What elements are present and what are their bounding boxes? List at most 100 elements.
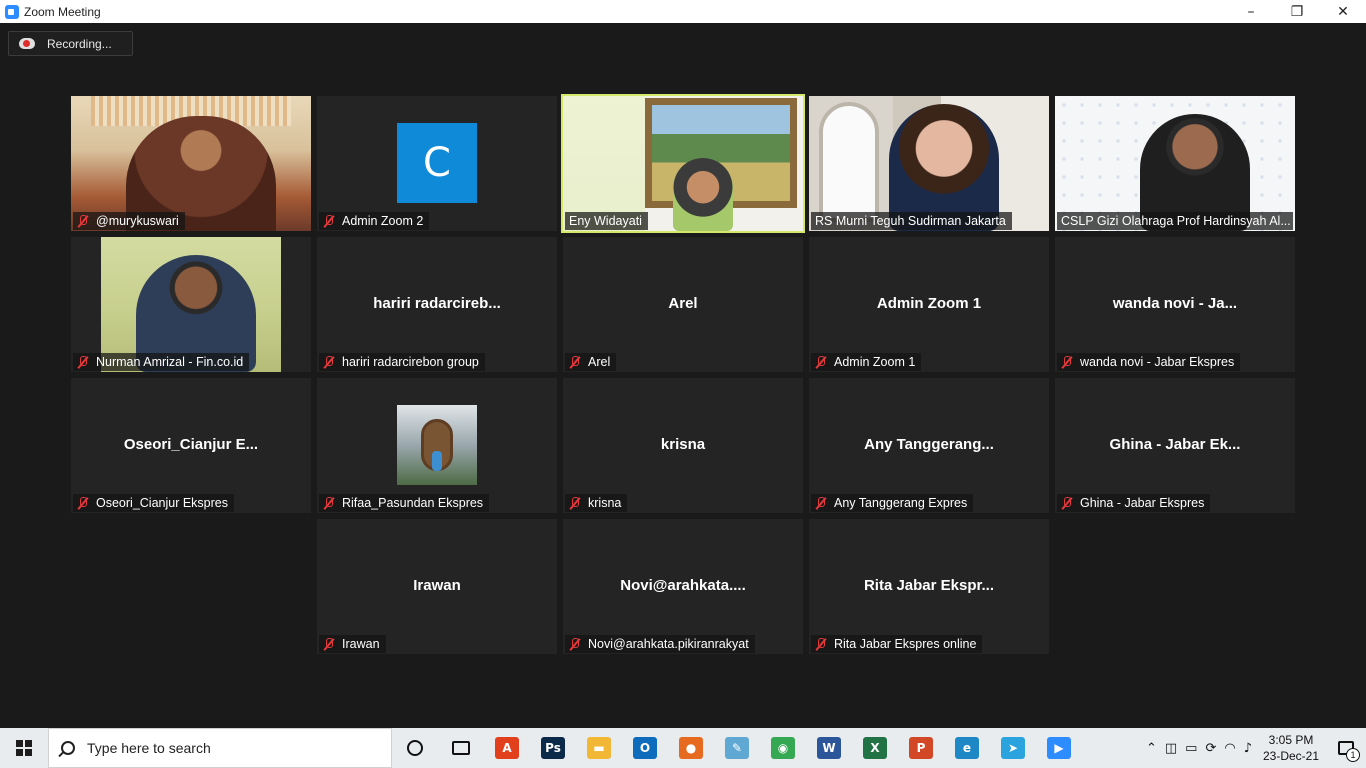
chevron-up-icon[interactable]: ⌃	[1146, 741, 1157, 756]
participant-name: hariri radarcirebon group	[342, 355, 479, 369]
taskbar-app-button[interactable]: ✎	[714, 728, 760, 768]
participant-name: Novi@arahkata.pikiranrakyat	[588, 637, 749, 651]
participant-display-name: wanda novi - Ja...	[1112, 295, 1238, 312]
taskbar-app-button[interactable]: ➤	[990, 728, 1036, 768]
participant-display-name: krisna	[660, 436, 706, 453]
participant-tile[interactable]: Rita Jabar Ekspr... Rita Jabar Ekspres o…	[809, 519, 1049, 654]
pdf-icon: A	[495, 737, 519, 759]
participant-name: Any Tanggerang Expres	[834, 496, 968, 510]
minimize-button[interactable]: –	[1228, 0, 1274, 23]
participant-namebar: Arel	[565, 353, 617, 371]
participant-name: Irawan	[342, 637, 380, 651]
taskbar-app-button[interactable]: P	[898, 728, 944, 768]
close-button[interactable]: ✕	[1320, 0, 1366, 23]
update-icon[interactable]: ⟳	[1205, 741, 1216, 756]
microphone-muted-icon	[323, 496, 335, 510]
participant-tile[interactable]: @murykuswari	[71, 96, 311, 231]
participant-name: Rita Jabar Ekspres online	[834, 637, 977, 651]
participant-tile[interactable]: RS Murni Teguh Sudirman Jakarta	[809, 96, 1049, 231]
participant-video	[101, 237, 281, 372]
windows-taskbar: Type here to search A Ps ▬ O ● ✎ ◉ W X Pe ➤ ▶ ⌃ ◫ ▭…	[0, 728, 1366, 768]
file-explorer-icon: ▬	[587, 737, 611, 759]
zoom-icon: ▶	[1047, 737, 1071, 759]
cortana-button[interactable]	[392, 728, 438, 768]
clock-time: 3:05 PM	[1268, 733, 1314, 747]
participant-name: Admin Zoom 2	[342, 214, 424, 228]
participant-tile[interactable]: CSLP Gizi Olahraga Prof Hardinsyah Al...	[1055, 96, 1295, 231]
zoom-app-icon	[5, 4, 19, 19]
participant-namebar: Eny Widayati	[565, 212, 648, 230]
microphone-muted-icon	[1061, 496, 1073, 510]
participant-tile[interactable]: hariri radarcireb... hariri radarcirebon…	[317, 237, 557, 372]
participant-tile[interactable]: krisna krisna	[563, 378, 803, 513]
participant-tile[interactable]: Rifaa_Pasundan Ekspres	[317, 378, 557, 513]
microphone-muted-icon	[323, 355, 335, 369]
participant-namebar: Admin Zoom 2	[319, 212, 430, 230]
participant-tile[interactable]: Oseori_Cianjur E... Oseori_Cianjur Ekspr…	[71, 378, 311, 513]
system-tray: ⌃ ◫ ▭ ⟳ ◠ ♪ 3:05 PM 23-Dec-21 1	[1142, 728, 1366, 768]
taskbar-app-button[interactable]: Ps	[530, 728, 576, 768]
microphone-muted-icon	[569, 637, 581, 651]
wifi-icon[interactable]: ◠	[1224, 741, 1235, 756]
taskbar-app-button[interactable]: ▶	[1036, 728, 1082, 768]
restore-button[interactable]: ❐	[1274, 0, 1320, 23]
participant-namebar: wanda novi - Jabar Ekspres	[1057, 353, 1241, 371]
microphone-muted-icon	[77, 355, 89, 369]
participant-display-name: Rita Jabar Ekspr...	[863, 577, 995, 594]
volume-icon[interactable]: ♪	[1244, 741, 1252, 756]
cloud-record-icon	[19, 38, 35, 49]
powerpoint-icon: P	[909, 737, 933, 759]
photoshop-icon: Ps	[541, 737, 565, 759]
microphone-muted-icon	[323, 637, 335, 651]
meeting-gallery: Recording... @murykuswari C Admin Zoom 2…	[0, 23, 1366, 728]
participant-name: Eny Widayati	[569, 214, 642, 228]
notepad-icon: ✎	[725, 737, 749, 759]
firefox-icon: ●	[679, 737, 703, 759]
taskbar-search-box[interactable]: Type here to search	[48, 728, 392, 768]
taskbar-app-button[interactable]: A	[484, 728, 530, 768]
meet-now-icon[interactable]: ◫	[1165, 741, 1177, 756]
participant-namebar: krisna	[565, 494, 628, 512]
participant-namebar: Novi@arahkata.pikiranrakyat	[565, 635, 755, 653]
participant-name: Admin Zoom 1	[834, 355, 916, 369]
taskbar-clock[interactable]: 3:05 PM 23-Dec-21	[1256, 732, 1326, 764]
participant-tile[interactable]: Any Tanggerang... Any Tanggerang Expres	[809, 378, 1049, 513]
participant-namebar: hariri radarcirebon group	[319, 353, 485, 371]
microphone-muted-icon	[323, 214, 335, 228]
recording-label: Recording...	[47, 36, 112, 51]
taskbar-app-button[interactable]: e	[944, 728, 990, 768]
participant-name: CSLP Gizi Olahraga Prof Hardinsyah Al...	[1061, 214, 1291, 228]
notification-center-button[interactable]: 1	[1326, 728, 1366, 768]
participant-display-name: hariri radarcireb...	[373, 295, 501, 312]
participant-tile[interactable]: wanda novi - Ja... wanda novi - Jabar Ek…	[1055, 237, 1295, 372]
participant-tile[interactable]: Ghina - Jabar Ek... Ghina - Jabar Ekspre…	[1055, 378, 1295, 513]
participant-namebar: Any Tanggerang Expres	[811, 494, 974, 512]
participant-tile[interactable]: Nurman Amrizal - Fin.co.id	[71, 237, 311, 372]
edge-icon: e	[955, 737, 979, 759]
task-view-button[interactable]	[438, 728, 484, 768]
participant-display-name: Ghina - Jabar Ek...	[1109, 436, 1241, 453]
taskbar-app-button[interactable]: ◉	[760, 728, 806, 768]
participant-name: Oseori_Cianjur Ekspres	[96, 496, 228, 510]
participant-tile[interactable]: Arel Arel	[563, 237, 803, 372]
taskbar-app-button[interactable]: W	[806, 728, 852, 768]
taskbar-app-button[interactable]: X	[852, 728, 898, 768]
recording-indicator[interactable]: Recording...	[8, 31, 133, 56]
participant-tile[interactable]: Irawan Irawan	[317, 519, 557, 654]
participant-namebar: Irawan	[319, 635, 386, 653]
participant-video	[563, 96, 803, 231]
participant-tile[interactable]: C Admin Zoom 2	[317, 96, 557, 231]
telegram-icon: ➤	[1001, 737, 1025, 759]
taskbar-app-button[interactable]: ●	[668, 728, 714, 768]
notification-count-badge: 1	[1346, 748, 1360, 762]
participant-display-name: Any Tanggerang...	[864, 436, 994, 453]
battery-icon[interactable]: ▭	[1185, 741, 1197, 756]
chrome-icon: ◉	[771, 737, 795, 759]
participant-tile[interactable]: Novi@arahkata.... Novi@arahkata.pikiranr…	[563, 519, 803, 654]
start-button[interactable]	[0, 728, 48, 768]
participant-tile-active-speaker[interactable]: Eny Widayati	[561, 94, 805, 233]
participant-namebar: Ghina - Jabar Ekspres	[1057, 494, 1211, 512]
taskbar-app-button[interactable]: ▬	[576, 728, 622, 768]
taskbar-app-button[interactable]: O	[622, 728, 668, 768]
participant-tile[interactable]: Admin Zoom 1 Admin Zoom 1	[809, 237, 1049, 372]
